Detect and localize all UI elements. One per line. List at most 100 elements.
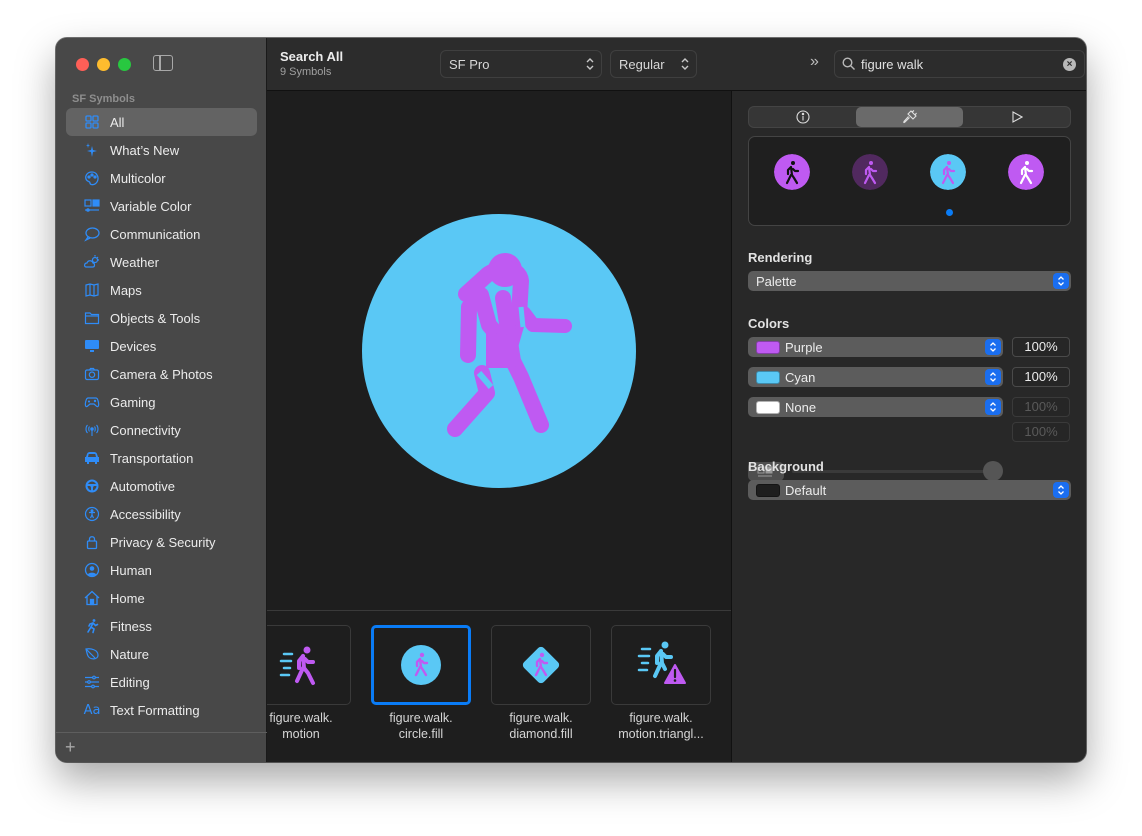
updown-chevron-icon [985, 369, 1001, 385]
tertiary-color-select[interactable]: None [748, 397, 1003, 417]
tab-rendering[interactable] [856, 107, 963, 127]
sidebar-item-fitness[interactable]: Fitness [66, 612, 257, 640]
rendering-mode-carousel [748, 136, 1071, 226]
sidebar-item-communication[interactable]: Communication [66, 220, 257, 248]
sidebar-item-whats-new[interactable]: What’s New [66, 136, 257, 164]
sidebar-item-gaming[interactable]: Gaming [66, 388, 257, 416]
sidebar-item-transportation[interactable]: Transportation [66, 444, 257, 472]
search-field[interactable]: figure walk × [834, 50, 1085, 78]
figure-walk-motion-icon [279, 646, 315, 685]
colors-label: Colors [748, 316, 790, 331]
window-controls [76, 58, 131, 71]
carousel-page-indicator[interactable] [946, 209, 953, 216]
textformat-icon: Aa [83, 702, 101, 718]
updown-chevron-icon [985, 399, 1001, 415]
font-select[interactable]: SF Pro [440, 50, 602, 78]
sidebar-item-home[interactable]: Home [66, 584, 257, 612]
font-select-value: SF Pro [449, 56, 490, 72]
figure-walk-diamond-fill-icon [522, 646, 560, 684]
sidebar-item-weather[interactable]: Weather [66, 248, 257, 276]
display-icon [83, 337, 101, 355]
primary-opacity-field[interactable]: 100% [1012, 337, 1070, 357]
variable-value-slider-knob[interactable] [983, 461, 1003, 481]
minimize-window-button[interactable] [97, 58, 110, 71]
symbol-tile[interactable] [611, 625, 711, 705]
sidebar-item-label: Automotive [110, 478, 176, 494]
hierarchical-mode-icon[interactable] [852, 154, 888, 190]
sidebar-item-label: Nature [110, 646, 150, 662]
tab-info[interactable] [749, 107, 856, 127]
sidebar-item-editing[interactable]: Editing [66, 668, 257, 696]
accessibility-icon [83, 505, 101, 523]
cloud-sun-icon [83, 253, 101, 271]
sidebar-item-camera-photos[interactable]: Camera & Photos [66, 360, 257, 388]
add-collection-button[interactable]: + [65, 737, 76, 757]
white-swatch [756, 400, 780, 414]
figure-walk-motion-trianglebadge-icon [637, 641, 686, 684]
sidebar-item-variable-color[interactable]: Variable Color [66, 192, 257, 220]
sidebar-item-label: Human [110, 562, 152, 578]
rendering-mode-select[interactable]: Palette [748, 271, 1071, 291]
sidebar-item-label: All [110, 114, 125, 130]
sidebar-item-label: Transportation [110, 450, 194, 466]
toolbar-overflow-chevron-icon[interactable]: » [810, 53, 819, 71]
symbol-tile[interactable] [491, 625, 591, 705]
updown-chevron-icon [985, 339, 1001, 355]
zoom-window-button[interactable] [118, 58, 131, 71]
secondary-color-select[interactable]: Cyan [748, 367, 1003, 387]
sidebar-item-maps[interactable]: Maps [66, 276, 257, 304]
sparkles-icon [83, 141, 101, 159]
sidebar-item-all[interactable]: All [66, 108, 257, 136]
symbol-tile-selected[interactable] [371, 625, 471, 705]
steering-wheel-icon [83, 477, 101, 495]
sidebar-item-label: Camera & Photos [110, 366, 213, 382]
symbol-tile-label: figure.walk. diamond.fill [509, 711, 573, 741]
close-window-button[interactable] [76, 58, 89, 71]
symbol-tile[interactable] [267, 625, 351, 705]
sidebar-item-connectivity[interactable]: Connectivity [66, 416, 257, 444]
grid-icon [83, 113, 101, 131]
sidebar-item-multicolor[interactable]: Multicolor [66, 164, 257, 192]
rendering-label: Rendering [748, 250, 813, 265]
sidebar-item-label: What’s New [110, 142, 180, 158]
sidebar-item-accessibility[interactable]: Accessibility [66, 500, 257, 528]
gamecontroller-icon [83, 393, 101, 411]
updown-chevron-icon [586, 58, 594, 70]
rendering-mode-value: Palette [756, 273, 797, 289]
leaf-icon [83, 645, 101, 663]
sidebar-item-privacy-security[interactable]: Privacy & Security [66, 528, 257, 556]
weight-select-value: Regular [619, 56, 665, 72]
sidebar-item-label: Weather [110, 254, 159, 270]
tertiary-opacity-field: 100% [1012, 397, 1070, 417]
sidebar-item-label: Home [110, 590, 145, 606]
sidebar-item-text-formatting[interactable]: Aa Text Formatting [66, 696, 257, 724]
tab-animation[interactable] [963, 107, 1070, 127]
sidebar-item-automotive[interactable]: Automotive [66, 472, 257, 500]
background-select[interactable]: Default [748, 480, 1071, 500]
primary-color-select[interactable]: Purple [748, 337, 1003, 357]
sidebar-footer: + [56, 732, 267, 762]
sidebar-item-label: Variable Color [110, 198, 192, 214]
updown-chevron-icon [681, 58, 689, 70]
palette-mode-icon[interactable] [930, 154, 966, 190]
tertiary-color-value: None [785, 399, 817, 415]
secondary-opacity-field[interactable]: 100% [1012, 367, 1070, 387]
monochrome-mode-icon[interactable] [774, 154, 810, 190]
sliders-icon [83, 673, 101, 691]
multicolor-mode-icon[interactable] [1008, 154, 1044, 190]
sidebar-item-devices[interactable]: Devices [66, 332, 257, 360]
sidebar-nav: All What’s New Multicolor Variable Color… [66, 108, 257, 724]
sidebar-item-label: Devices [110, 338, 157, 354]
toolbar: Search All 9 Symbols SF Pro Regular » fi… [267, 38, 1086, 91]
search-input[interactable]: figure walk [861, 57, 923, 72]
variable-color-icon [83, 197, 101, 215]
sidebar-item-label: Maps [110, 282, 142, 298]
sidebar-item-objects-tools[interactable]: Objects & Tools [66, 304, 257, 332]
sidebar-item-nature[interactable]: Nature [66, 640, 257, 668]
sidebar-toggle-icon[interactable] [153, 55, 173, 71]
weight-select[interactable]: Regular [610, 50, 697, 78]
clear-search-icon[interactable]: × [1063, 58, 1076, 71]
paintpalette-icon [83, 169, 101, 187]
purple-swatch [756, 340, 780, 354]
sidebar-item-human[interactable]: Human [66, 556, 257, 584]
